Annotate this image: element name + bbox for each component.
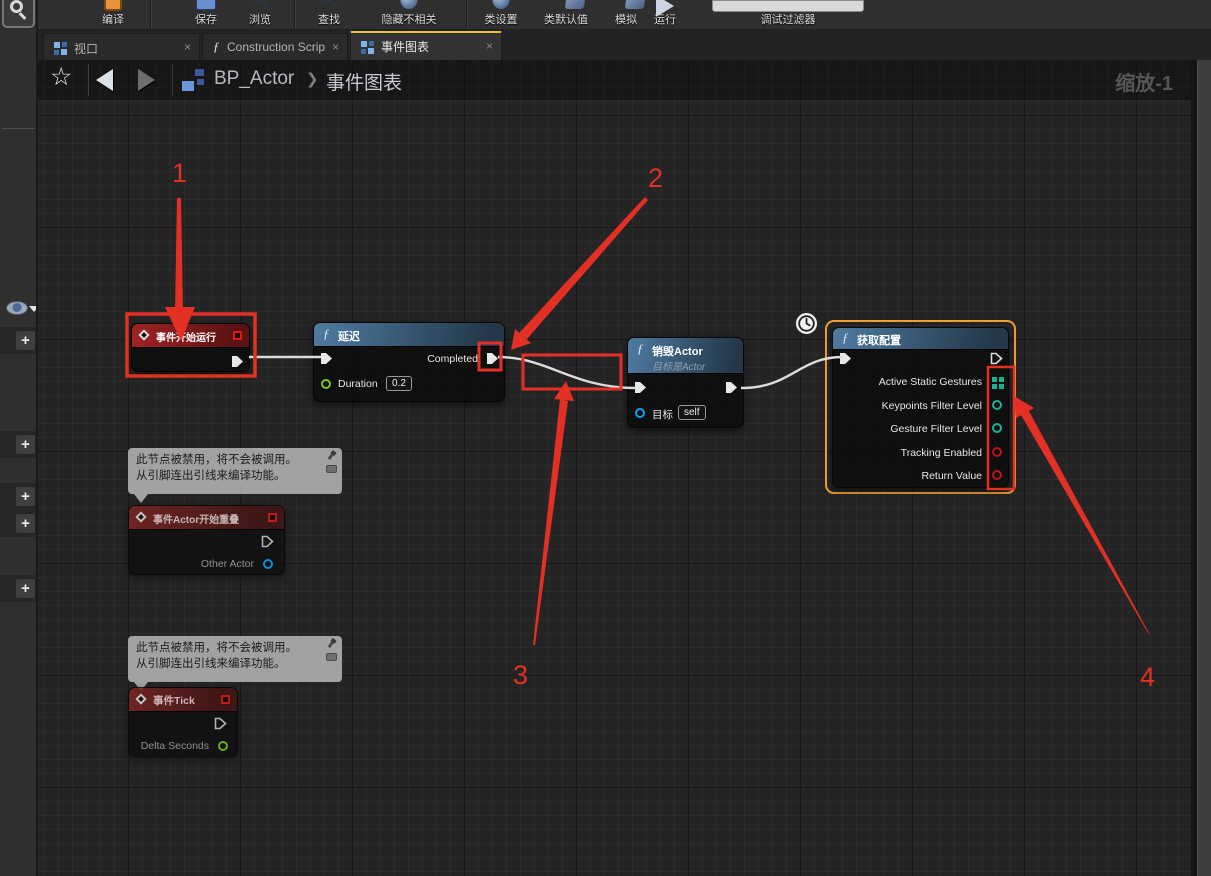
active-static-gestures-pin[interactable] [992,377,997,382]
latent-clock-icon [795,312,818,335]
nav-back-icon[interactable] [96,69,113,91]
pin-icon[interactable] [326,639,336,649]
document-tabs: 视口 × ƒ Construction Scrip × 事件图表 × [38,30,1211,60]
exec-in-pin[interactable] [839,352,852,365]
add-graph-button[interactable]: + [15,330,36,351]
toolbar: 编译 保存 浏览 查找 隐藏不相关 类设置 类默认值 [38,0,1211,30]
other-actor-pin[interactable] [263,559,273,569]
pin-icon[interactable] [326,451,336,461]
event-icon [135,511,146,522]
event-graph-icon [361,41,374,54]
separator [172,64,173,96]
compile-icon [104,0,122,11]
browse-icon [252,0,268,9]
tracking-enabled-pin[interactable] [992,447,1002,457]
disabled-node-comment: 此节点被禁用，将不会被调用。 从引脚连出引线来编译功能。 [128,448,342,494]
separator [88,64,89,96]
annotation-number-2: 2 [648,163,663,194]
graph-breadcrumb-bar: ☆ BP_Actor ❯ 事件图表 缩放-1 [38,60,1191,100]
sidebar-divider [2,128,35,129]
target-value-field[interactable]: self [678,405,706,420]
node-get-config[interactable]: ƒ 获取配置 Active Static Gestures Keypoints … [832,327,1009,488]
exec-out-pin[interactable] [261,535,274,548]
browse-button[interactable]: 浏览 [224,0,296,30]
class-settings-icon [493,0,510,9]
toolbar-separator [150,0,152,30]
delta-seconds-pin[interactable] [218,741,228,751]
blueprint-editor-window: + + + + + 编译 保存 浏览 查找 隐藏不相关 [0,0,1211,876]
find-button[interactable]: 查找 [294,0,364,30]
event-icon [138,329,149,340]
hide-unrelated-icon [401,0,418,9]
breadcrumb-graph[interactable]: 事件图表 [326,68,402,95]
blueprint-icon [182,69,204,91]
add-dispatcher-button[interactable]: + [15,578,36,599]
disabled-node-comment: 此节点被禁用，将不会被调用。 从引脚连出引线来编译功能。 [128,636,342,682]
tab-viewport[interactable]: 视口 × [43,33,200,60]
close-icon[interactable]: × [184,40,191,54]
search-input[interactable] [2,0,35,28]
find-icon [321,0,337,9]
node-event-tick[interactable]: 事件Tick Delta Seconds [128,687,238,757]
function-icon: ƒ [213,39,220,55]
target-pin[interactable] [635,408,645,418]
class-defaults-icon [565,0,587,9]
close-icon[interactable]: × [332,40,339,54]
node-destroy-actor[interactable]: ƒ 销毁Actor 目标是Actor 目标 self [627,337,744,428]
disable-indicator-icon [268,513,277,522]
class-defaults-button[interactable]: 类默认值 [530,0,602,30]
comment-tail [134,494,148,503]
compile-button[interactable]: 编译 [80,0,146,30]
save-icon [196,0,216,10]
breadcrumb-chevron: ❯ [306,70,319,88]
disable-indicator-icon [233,331,242,340]
add-macro-button[interactable]: + [15,486,36,507]
event-icon [135,693,146,704]
keypoints-filter-level-pin[interactable] [992,400,1002,410]
exec-out-pin[interactable] [990,352,1003,365]
my-blueprint-panel-edge: + + + + + [0,0,38,876]
return-value-pin[interactable] [992,470,1002,480]
add-variable-button[interactable]: + [15,513,36,534]
exec-out-pin[interactable] [214,717,227,730]
gesture-filter-level-pin[interactable] [992,423,1002,433]
tab-event-graph[interactable]: 事件图表 × [350,31,502,60]
exec-in-pin[interactable] [634,381,647,394]
add-function-button[interactable]: + [15,434,36,455]
function-icon: ƒ [323,326,330,342]
duration-value-field[interactable]: 0.2 [386,376,412,391]
right-panel-edge[interactable] [1197,60,1211,876]
hide-unrelated-button[interactable]: 隐藏不相关 [356,0,462,30]
node-delay[interactable]: ƒ 延迟 Completed Duration 0.2 [313,322,505,402]
comment-bubble-icon[interactable] [326,465,337,473]
visibility-eye-icon[interactable] [6,301,28,315]
debug-filter-button[interactable]: 调试过滤器 [712,0,864,30]
zoom-level-label: 缩放-1 [1115,67,1173,96]
annotation-number-3: 3 [513,660,528,691]
exec-out-pin[interactable] [725,381,738,394]
disable-indicator-icon [221,695,230,704]
bookmark-star-icon[interactable]: ☆ [50,62,72,92]
completed-exec-out-pin[interactable] [486,352,499,365]
exec-in-pin[interactable] [320,352,333,365]
node-event-actor-begin-overlap[interactable]: 事件Actor开始重叠 Other Actor [128,505,285,575]
nav-forward-icon[interactable] [138,69,155,91]
node-event-beginplay[interactable]: 事件开始运行 [131,323,250,372]
viewport-icon [54,42,67,55]
function-icon: ƒ [637,341,644,357]
duration-pin[interactable] [321,379,331,389]
class-settings-button[interactable]: 类设置 [468,0,534,30]
tab-construction-script[interactable]: ƒ Construction Scrip × [202,33,348,60]
exec-out-pin[interactable] [231,355,244,368]
play-button[interactable]: 运行 [630,0,700,30]
close-icon[interactable]: × [486,39,493,53]
breadcrumb-asset[interactable]: BP_Actor [214,68,294,90]
annotation-number-1: 1 [172,158,187,189]
chevron-down-icon[interactable] [29,306,38,312]
function-icon: ƒ [842,330,849,346]
comment-bubble-icon[interactable] [326,653,337,661]
annotation-number-4: 4 [1140,662,1155,693]
